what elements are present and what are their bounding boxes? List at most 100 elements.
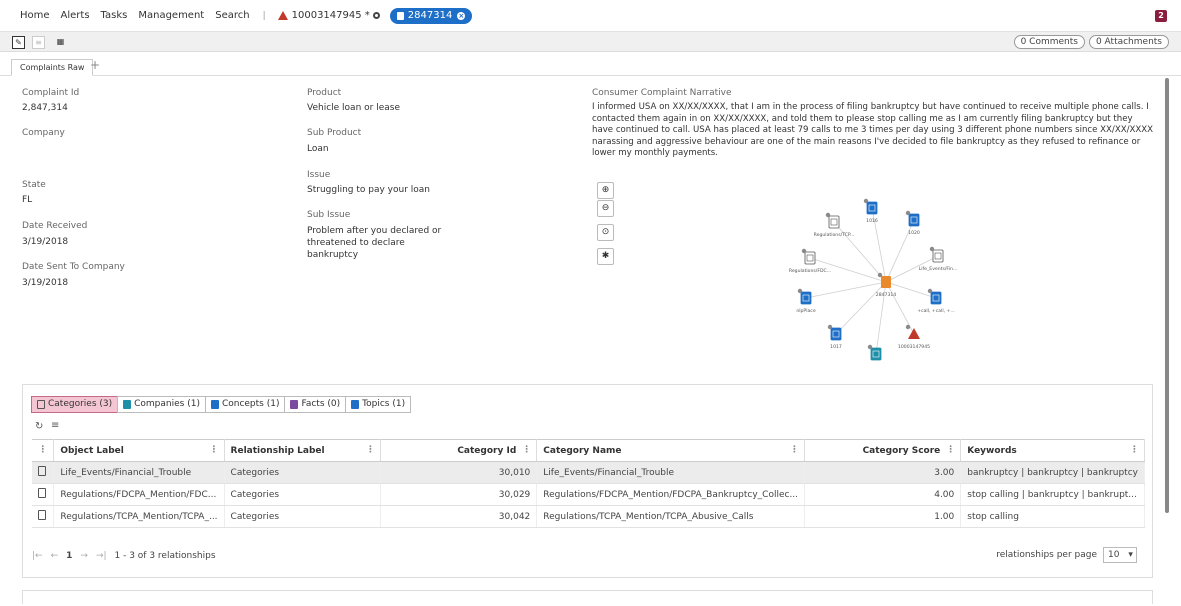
nav-home[interactable]: Home xyxy=(20,10,50,21)
tab-concepts[interactable]: Concepts (1) xyxy=(204,396,286,413)
node-handle xyxy=(877,272,883,278)
per-page-select[interactable]: 10 ▾ xyxy=(1103,547,1137,563)
state-value: FL xyxy=(22,195,33,205)
layout-icon[interactable]: ✱ xyxy=(597,248,614,265)
tab-complaints-raw[interactable]: Complaints Raw xyxy=(11,59,94,76)
column-options-icon[interactable]: ≡ xyxy=(51,420,59,431)
document-tab[interactable]: 2847314 × xyxy=(389,7,473,24)
col-object-label[interactable]: Object Label ⋮ xyxy=(53,439,225,462)
sub-issue-label: Sub Issue xyxy=(307,210,351,220)
graph-node[interactable]: 1017 xyxy=(827,324,842,350)
table-row[interactable]: Regulations/TCPA_Mention/TCPA_... Catego… xyxy=(32,505,1145,528)
relationship-graph[interactable]: 1016 1020 Life_Events/Fin... +call, +call, … xyxy=(776,186,986,376)
column-menu-icon[interactable]: ⋮ xyxy=(210,445,219,455)
graph-node[interactable]: nlpPlace xyxy=(796,288,816,314)
table-row[interactable]: Regulations/FDCPA_Mention/FDC... Categor… xyxy=(32,483,1145,506)
nav-management[interactable]: Management xyxy=(138,10,204,21)
tab-strip: Complaints Raw + xyxy=(0,52,1181,76)
sub-product-value: Loan xyxy=(307,144,329,154)
tab-categories[interactable]: Categories (3) xyxy=(31,396,119,413)
node-handle xyxy=(867,344,873,350)
add-tab-button[interactable]: + xyxy=(90,58,100,72)
tab-topics[interactable]: Topics (1) xyxy=(345,396,412,413)
edit-icon[interactable]: ✎ xyxy=(12,36,25,49)
nav-tasks[interactable]: Tasks xyxy=(101,10,128,21)
cell-object-label[interactable]: Regulations/TCPA_Mention/TCPA_... xyxy=(53,505,225,528)
column-menu-icon[interactable]: ⋮ xyxy=(790,445,799,455)
nav-alerts[interactable]: Alerts xyxy=(61,10,90,21)
col-category-name[interactable]: Category Name ⋮ xyxy=(536,439,806,462)
company-icon xyxy=(870,347,882,361)
zoom-out-icon[interactable]: ⊖ xyxy=(597,200,614,217)
col-relationship-label[interactable]: Relationship Label ⋮ xyxy=(224,439,382,462)
prev-page-icon[interactable]: ← xyxy=(51,551,59,561)
graph-node[interactable] xyxy=(867,344,882,361)
tab-categories-label: Categories (3) xyxy=(48,399,113,409)
cell-object-label[interactable]: Regulations/FDCPA_Mention/FDC... xyxy=(53,483,225,506)
tab-facts-label: Facts (0) xyxy=(301,399,341,409)
col-category-score[interactable]: Category Score ⋮ xyxy=(804,439,962,462)
grid-view-icon[interactable]: ▦ xyxy=(54,36,67,49)
notes-icon[interactable]: ≡ xyxy=(32,36,45,49)
column-menu-icon[interactable]: ⋮ xyxy=(946,445,955,455)
product-label: Product xyxy=(307,88,342,98)
tab-facts[interactable]: Facts (0) xyxy=(284,396,347,413)
col-keywords[interactable]: Keywords ⋮ xyxy=(960,439,1145,462)
graph-node-label: 10003147945 xyxy=(898,344,930,350)
current-page[interactable]: 1 xyxy=(66,551,72,561)
select-column-header[interactable]: ⋮ xyxy=(32,439,55,462)
tab-companies[interactable]: Companies (1) xyxy=(117,396,206,413)
graph-center-label: 2847314 xyxy=(876,292,897,298)
nav-search[interactable]: Search xyxy=(215,10,249,21)
node-handle xyxy=(801,248,807,254)
node-handle xyxy=(797,288,803,294)
graph-node-label: Regulations/TCP... xyxy=(814,232,855,238)
user-badge[interactable]: 2 xyxy=(1155,10,1167,22)
column-menu-icon[interactable]: ⋮ xyxy=(522,445,531,455)
per-page-label: relationships per page xyxy=(996,550,1097,560)
date-sent-label: Date Sent To Company xyxy=(22,262,125,272)
gear-icon[interactable] xyxy=(372,12,380,19)
first-page-icon[interactable]: |← xyxy=(32,551,43,561)
column-menu-icon[interactable]: ⋮ xyxy=(1130,445,1139,455)
graph-node[interactable]: Regulations/FDC... xyxy=(789,248,831,274)
next-page-icon[interactable]: → xyxy=(80,551,88,561)
document-icon xyxy=(396,11,404,20)
node-handle xyxy=(927,288,933,294)
attachments-button[interactable]: 0 Attachments xyxy=(1088,35,1169,49)
node-handle xyxy=(929,246,935,252)
graph-center-node[interactable]: 2847314 xyxy=(876,272,897,298)
cell-category-score: 4.00 xyxy=(804,483,962,506)
document-icon xyxy=(932,249,944,263)
zoom-in-icon[interactable]: ⊕ xyxy=(597,182,614,199)
graph-node[interactable]: +call, +call, +... xyxy=(917,288,955,314)
col-category-id[interactable]: Category Id ⋮ xyxy=(380,439,538,462)
warning-icon xyxy=(277,11,288,20)
comments-button[interactable]: 0 Comments xyxy=(1013,35,1085,49)
product-value: Vehicle loan or lease xyxy=(307,103,400,113)
bottom-panel xyxy=(22,590,1153,604)
column-menu-icon[interactable]: ⋮ xyxy=(366,445,375,455)
graph-node[interactable]: 1016 xyxy=(863,198,878,224)
refresh-icon[interactable]: ↻ xyxy=(35,421,43,432)
graph-node[interactable]: Regulations/TCP... xyxy=(814,212,855,238)
col-category-name-text: Category Name xyxy=(543,445,622,456)
zoom-fit-icon[interactable]: ⊙ xyxy=(597,224,614,241)
close-icon[interactable]: × xyxy=(457,11,466,20)
alert-ticket-tab[interactable]: 10003147945 * xyxy=(277,10,380,21)
graph-node[interactable]: 1020 xyxy=(905,210,920,236)
cell-category-name: Regulations/FDCPA_Mention/FDCPA_Bankrupt… xyxy=(536,483,806,506)
graph-node[interactable]: Life_Events/Fin... xyxy=(919,246,958,272)
graph-node-label: nlpPlace xyxy=(796,308,815,314)
last-page-icon[interactable]: →| xyxy=(96,551,107,561)
cell-category-id: 30,029 xyxy=(380,483,538,506)
col-category-id-text: Category Id xyxy=(457,445,517,456)
topic-icon xyxy=(930,291,942,305)
table-row[interactable]: Life_Events/Financial_Trouble Categories… xyxy=(32,461,1145,484)
cell-object-label[interactable]: Life_Events/Financial_Trouble xyxy=(53,461,225,484)
col-keywords-text: Keywords xyxy=(967,445,1017,456)
graph-node[interactable]: 10003147945 xyxy=(898,324,930,350)
page-scrollbar[interactable] xyxy=(1165,78,1169,513)
pagination-bar: |← ← 1 → →| 1 - 3 of 3 relationships rel… xyxy=(32,543,1145,569)
tab-companies-label: Companies (1) xyxy=(134,399,200,409)
